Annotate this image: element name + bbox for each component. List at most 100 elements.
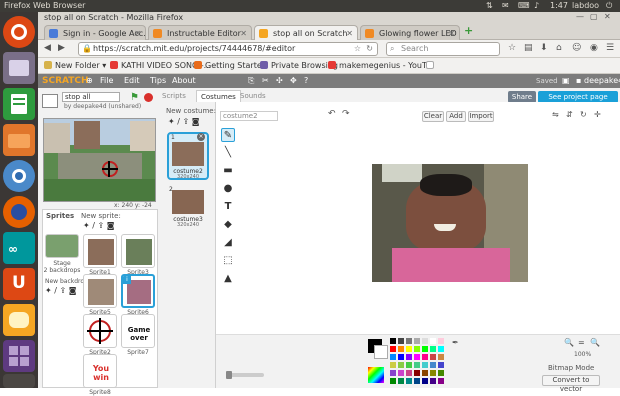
tab-scripts[interactable]: Scripts bbox=[162, 92, 186, 100]
user-name[interactable]: labdoo bbox=[572, 0, 599, 12]
zoom-reset-icon[interactable]: = bbox=[578, 338, 585, 347]
fill-tool-icon[interactable]: ◆ bbox=[221, 218, 235, 232]
palette-swatch[interactable] bbox=[398, 346, 404, 352]
palette-swatch[interactable] bbox=[398, 370, 404, 376]
zoom-out-icon[interactable]: 🔍 bbox=[564, 338, 574, 347]
reading-list-icon[interactable]: ▤ bbox=[524, 43, 533, 53]
grow-tool-icon[interactable]: ✣ bbox=[276, 74, 283, 88]
project-title-input[interactable]: stop all bbox=[62, 92, 120, 102]
chat-icon[interactable]: ☺ bbox=[572, 43, 581, 53]
camera-sprite-icon[interactable]: ◙ bbox=[107, 221, 115, 230]
palette-swatch[interactable] bbox=[390, 370, 396, 376]
palette-swatch[interactable] bbox=[414, 346, 420, 352]
tab-glowing-flower[interactable]: Glowing flower LED ✕ bbox=[360, 25, 460, 41]
text-tool-icon[interactable]: T bbox=[221, 200, 235, 214]
mail-icon[interactable]: ✉ bbox=[502, 0, 509, 12]
palette-swatch[interactable] bbox=[414, 354, 420, 360]
menu-tips[interactable]: Tips bbox=[150, 74, 166, 88]
close-tab-icon[interactable]: ✕ bbox=[240, 26, 247, 41]
paint-backdrop-icon[interactable]: / bbox=[54, 286, 57, 295]
rotate-icon[interactable]: ↻ bbox=[580, 110, 587, 119]
system-icon[interactable] bbox=[3, 52, 35, 84]
palette-swatch[interactable] bbox=[398, 362, 404, 368]
files-icon[interactable] bbox=[3, 124, 35, 156]
secondary-color-swatch[interactable] bbox=[374, 345, 388, 359]
keyboard-icon[interactable]: ⌨ bbox=[518, 0, 530, 12]
redo-icon[interactable]: ↷ bbox=[342, 109, 350, 119]
convert-to-vector-button[interactable]: Convert to vector bbox=[542, 375, 600, 393]
star-icon[interactable]: ☆ bbox=[354, 43, 361, 55]
palette-swatch[interactable] bbox=[438, 362, 444, 368]
camera-costume-icon[interactable]: ◙ bbox=[192, 117, 200, 126]
stage-canvas[interactable] bbox=[43, 118, 156, 202]
paintbrush-tool-icon[interactable]: ✎ bbox=[221, 128, 235, 142]
palette-swatch[interactable] bbox=[430, 338, 436, 344]
sprite-thumb-sprite5[interactable] bbox=[83, 274, 117, 308]
shrink-tool-icon[interactable]: ✥ bbox=[290, 74, 297, 88]
palette-swatch[interactable] bbox=[430, 362, 436, 368]
brush-size-handle[interactable] bbox=[226, 371, 232, 379]
close-window-icon[interactable]: ✕ bbox=[604, 12, 611, 21]
download-icon[interactable]: ⬇ bbox=[540, 43, 548, 53]
palette-swatch[interactable] bbox=[422, 370, 428, 376]
palette-swatch[interactable] bbox=[406, 354, 412, 360]
palette-swatch[interactable] bbox=[422, 346, 428, 352]
bookmark-new-folder[interactable]: New Folder ▾ bbox=[44, 58, 106, 74]
palette-swatch[interactable] bbox=[406, 338, 412, 344]
palette-swatch[interactable] bbox=[438, 378, 444, 384]
volume-icon[interactable]: ♪ bbox=[534, 0, 539, 12]
add-button[interactable]: Add bbox=[446, 111, 466, 122]
home-icon[interactable]: ⌂ bbox=[556, 43, 562, 53]
palette-swatch[interactable] bbox=[398, 338, 404, 344]
tab-sounds[interactable]: Sounds bbox=[240, 92, 266, 100]
new-tab-icon[interactable]: + bbox=[464, 24, 473, 37]
close-tab-icon[interactable]: ✕ bbox=[134, 26, 141, 41]
sprite-thumb-sprite3[interactable] bbox=[121, 234, 155, 268]
palette-swatch[interactable] bbox=[406, 370, 412, 376]
stamp-tool-icon[interactable]: ▲ bbox=[221, 272, 235, 286]
stage-thumbnail[interactable] bbox=[45, 234, 79, 258]
zoom-in-icon[interactable]: 🔍 bbox=[590, 338, 600, 347]
paint-costume-icon[interactable]: / bbox=[177, 117, 180, 126]
stop-icon[interactable] bbox=[144, 93, 153, 102]
scratch-logo[interactable]: SCRATCH bbox=[42, 74, 89, 88]
upload-sprite-icon[interactable]: ⇪ bbox=[98, 221, 105, 230]
choose-sprite-icon[interactable]: ✦ bbox=[83, 221, 90, 230]
firefox-icon[interactable] bbox=[3, 196, 35, 228]
choose-costume-icon[interactable]: ✦ bbox=[168, 117, 175, 126]
clear-button[interactable]: Clear bbox=[422, 111, 444, 122]
network-icon[interactable]: ⇅ bbox=[486, 0, 493, 12]
costume-item[interactable]: 2 costume3 320x240 bbox=[169, 186, 209, 230]
fullscreen-icon[interactable] bbox=[42, 94, 58, 108]
calc-icon[interactable] bbox=[3, 88, 35, 120]
delete-costume-icon[interactable]: × bbox=[197, 133, 205, 141]
palette-swatch[interactable] bbox=[422, 354, 428, 360]
tab-costumes[interactable]: Costumes bbox=[196, 90, 241, 102]
url-bar[interactable]: 🔒 https://scratch.mit.edu/projects/74444… bbox=[78, 42, 378, 56]
tab-instructable-editor[interactable]: Instructable Editor ✕ bbox=[148, 25, 252, 41]
upload-backdrop-icon[interactable]: ⇪ bbox=[60, 286, 67, 295]
costume-center-icon[interactable]: ✛ bbox=[594, 110, 601, 119]
select-tool-icon[interactable]: ⬚ bbox=[221, 254, 235, 268]
globe-icon[interactable]: ⊕ bbox=[86, 74, 93, 88]
palette-swatch[interactable] bbox=[438, 354, 444, 360]
palette-swatch[interactable] bbox=[414, 370, 420, 376]
maximize-icon[interactable]: ▢ bbox=[590, 12, 598, 21]
palette-swatch[interactable] bbox=[406, 362, 412, 368]
palette-swatch[interactable] bbox=[430, 354, 436, 360]
palette-swatch[interactable] bbox=[430, 346, 436, 352]
palette-swatch[interactable] bbox=[390, 354, 396, 360]
rectangle-tool-icon[interactable]: ▬ bbox=[221, 164, 235, 178]
close-tab-icon[interactable]: ✕ bbox=[448, 26, 455, 41]
ellipse-tool-icon[interactable]: ● bbox=[221, 182, 235, 196]
sprite-thumb-sprite2[interactable] bbox=[83, 314, 117, 348]
folder-icon[interactable]: ▣ bbox=[562, 74, 570, 88]
back-icon[interactable]: ◀ bbox=[44, 43, 51, 53]
workspace-icon[interactable] bbox=[3, 340, 35, 372]
trash-icon[interactable] bbox=[3, 374, 35, 388]
bookmark-makemegenius[interactable]: makemegenius - YouT... bbox=[328, 58, 434, 74]
minimize-icon[interactable]: — bbox=[576, 12, 584, 21]
costume-name-input[interactable]: costume2 bbox=[220, 111, 278, 121]
bookmark-private-browsing[interactable]: Private Browsing bbox=[260, 58, 338, 74]
ubuntu-one-icon[interactable]: U bbox=[3, 268, 35, 300]
